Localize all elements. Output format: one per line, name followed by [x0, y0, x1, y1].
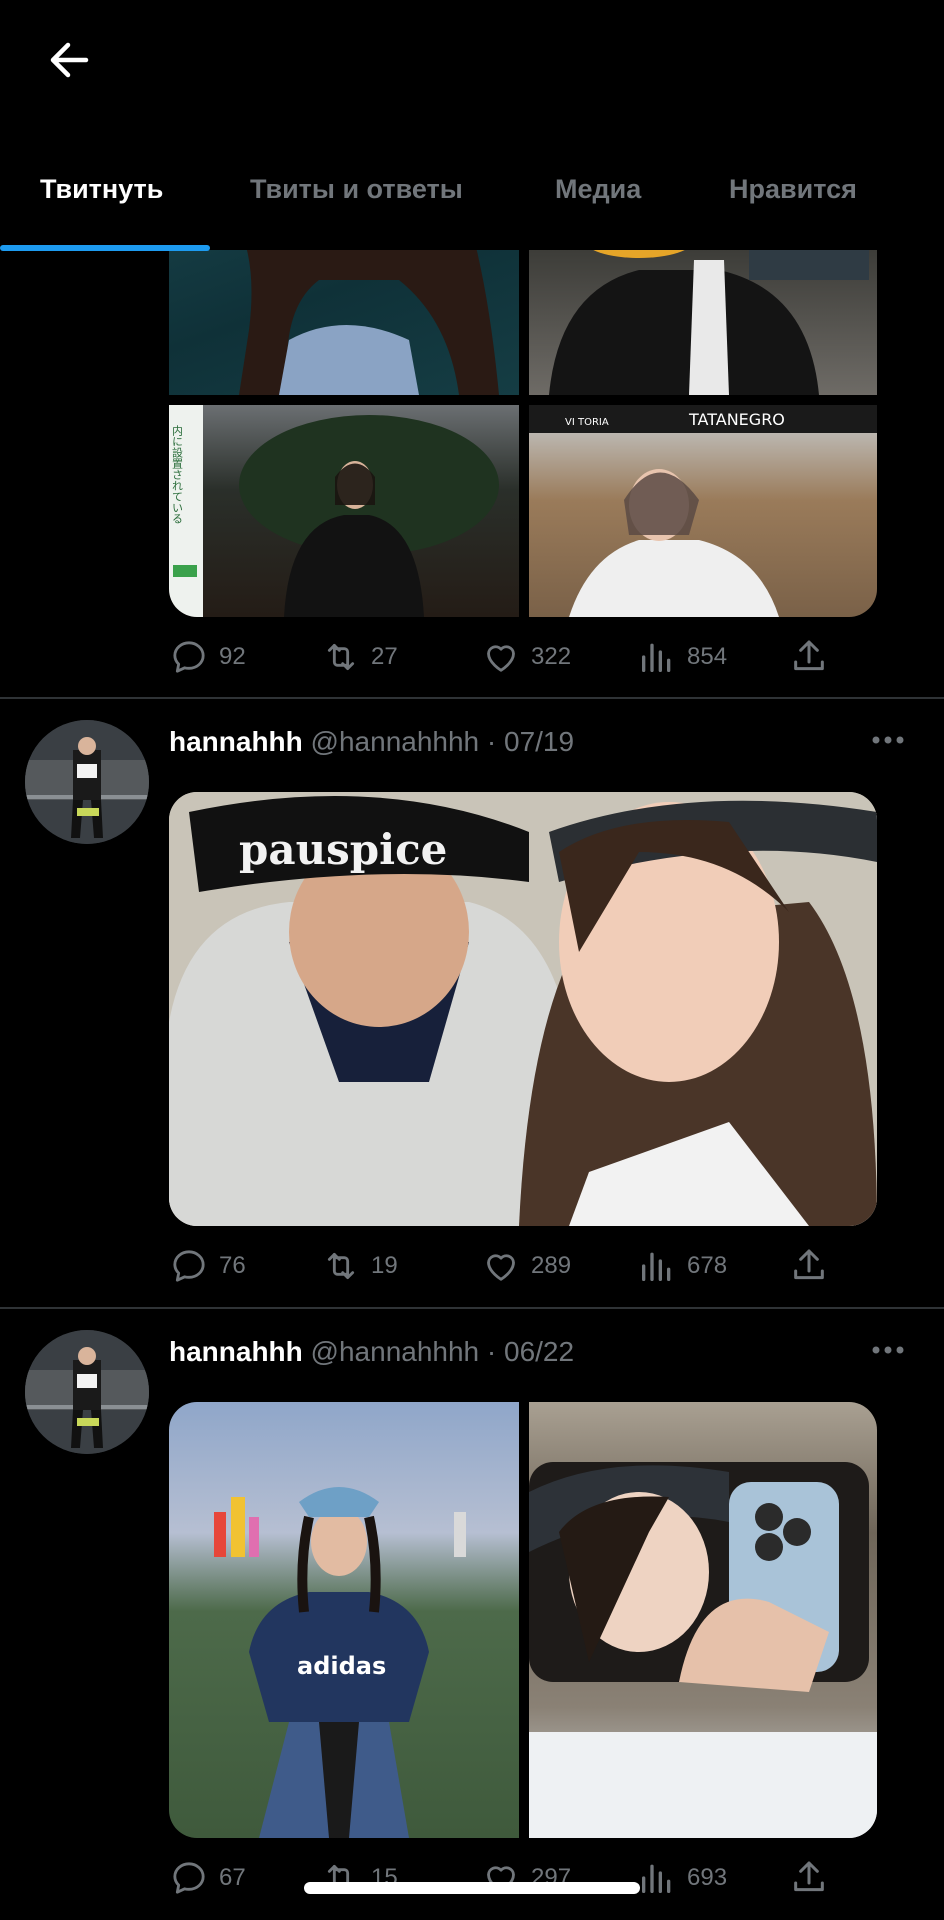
reply-count: 67	[219, 1864, 246, 1891]
like-button[interactable]: 297	[481, 1853, 571, 1903]
reply-count: 76	[219, 1252, 246, 1279]
views-button[interactable]: 693	[637, 1853, 727, 1903]
views-icon	[642, 1864, 671, 1893]
share-button[interactable]	[789, 632, 829, 682]
photo[interactable]	[529, 1402, 877, 1838]
sign-text: TATANEGRO	[688, 410, 785, 429]
tweet-header: hannahhh @hannahhhh · 06/22	[169, 1336, 574, 1368]
views-button[interactable]: 854	[637, 632, 727, 682]
retweet-button[interactable]: 19	[321, 1241, 398, 1291]
views-count: 854	[687, 643, 728, 670]
awning-text: VI TORIA	[565, 417, 609, 428]
avatar[interactable]	[25, 720, 149, 844]
reply-icon	[173, 1250, 205, 1282]
tweet-media[interactable]: pauspice	[169, 792, 877, 1226]
reply-button[interactable]: 92	[169, 632, 246, 682]
retweet-count: 27	[371, 643, 398, 670]
tab-media[interactable]: Медиа	[555, 174, 641, 205]
reply-icon	[173, 641, 205, 673]
reply-count: 92	[219, 643, 246, 670]
tweet-header: hannahhh @hannahhhh · 07/19	[169, 726, 574, 758]
home-indicator[interactable]	[304, 1882, 640, 1894]
share-button[interactable]	[789, 1241, 829, 1291]
views-button[interactable]: 678	[637, 1241, 727, 1291]
reply-icon	[173, 1862, 205, 1894]
share-icon	[794, 1861, 824, 1892]
beanie-text: pauspice	[239, 825, 447, 874]
more-icon[interactable]	[868, 730, 908, 750]
photo[interactable]: 内に設置されている	[169, 405, 519, 617]
header: Твитнуть Твиты и ответы Медиа Нравится	[0, 0, 944, 251]
tab-likes[interactable]: Нравится	[729, 174, 857, 205]
views-count: 693	[687, 1864, 728, 1891]
more-icon[interactable]	[868, 1340, 908, 1360]
divider	[0, 697, 944, 699]
display-name[interactable]: hannahhh	[169, 726, 303, 757]
retweet-icon	[327, 1252, 355, 1280]
handle-and-date: @hannahhhh · 06/22	[310, 1336, 575, 1367]
views-count: 678	[687, 1252, 728, 1279]
like-count: 322	[531, 643, 572, 670]
share-icon	[794, 640, 824, 671]
tweet-actions: 67 15 297 693	[169, 1853, 889, 1903]
shirt-text: adidas	[297, 1652, 386, 1680]
tweet-actions: 92 27 322 854	[169, 632, 889, 682]
back-arrow-icon[interactable]	[42, 32, 98, 88]
tab-tweets[interactable]: Твитнуть	[40, 174, 163, 205]
like-button[interactable]: 322	[481, 632, 571, 682]
tweet-actions: 76 19 289 678	[169, 1241, 889, 1291]
retweet-count: 19	[371, 1252, 398, 1279]
retweet-button[interactable]: 15	[321, 1853, 398, 1903]
divider	[0, 1307, 944, 1309]
like-icon	[487, 645, 515, 672]
reply-button[interactable]: 67	[169, 1853, 246, 1903]
active-tab-indicator	[0, 245, 210, 251]
profile-tabs: Твитнуть Твиты и ответы Медиа Нравится	[0, 160, 944, 251]
like-button[interactable]: 289	[481, 1241, 571, 1291]
views-icon	[642, 643, 671, 672]
handle-and-date: @hannahhhh · 07/19	[310, 726, 575, 757]
retweet-button[interactable]: 27	[321, 632, 398, 682]
views-icon	[642, 1252, 671, 1281]
reply-button[interactable]: 76	[169, 1241, 246, 1291]
japanese-sign-text: 内に設置されている	[171, 424, 184, 524]
like-icon	[487, 1254, 515, 1281]
photo[interactable]: TATANEGRO VI TORIA	[529, 405, 877, 617]
share-icon	[794, 1249, 824, 1280]
tweet-media-grid[interactable]: adidas	[169, 1402, 877, 1838]
avatar[interactable]	[25, 1330, 149, 1454]
like-count: 289	[531, 1252, 572, 1279]
photo[interactable]: pauspice	[169, 792, 877, 1226]
display-name[interactable]: hannahhh	[169, 1336, 303, 1367]
retweet-icon	[327, 643, 355, 671]
share-button[interactable]	[789, 1853, 829, 1903]
photo[interactable]: adidas	[169, 1402, 519, 1838]
tab-tweets-and-replies[interactable]: Твиты и ответы	[250, 174, 463, 205]
